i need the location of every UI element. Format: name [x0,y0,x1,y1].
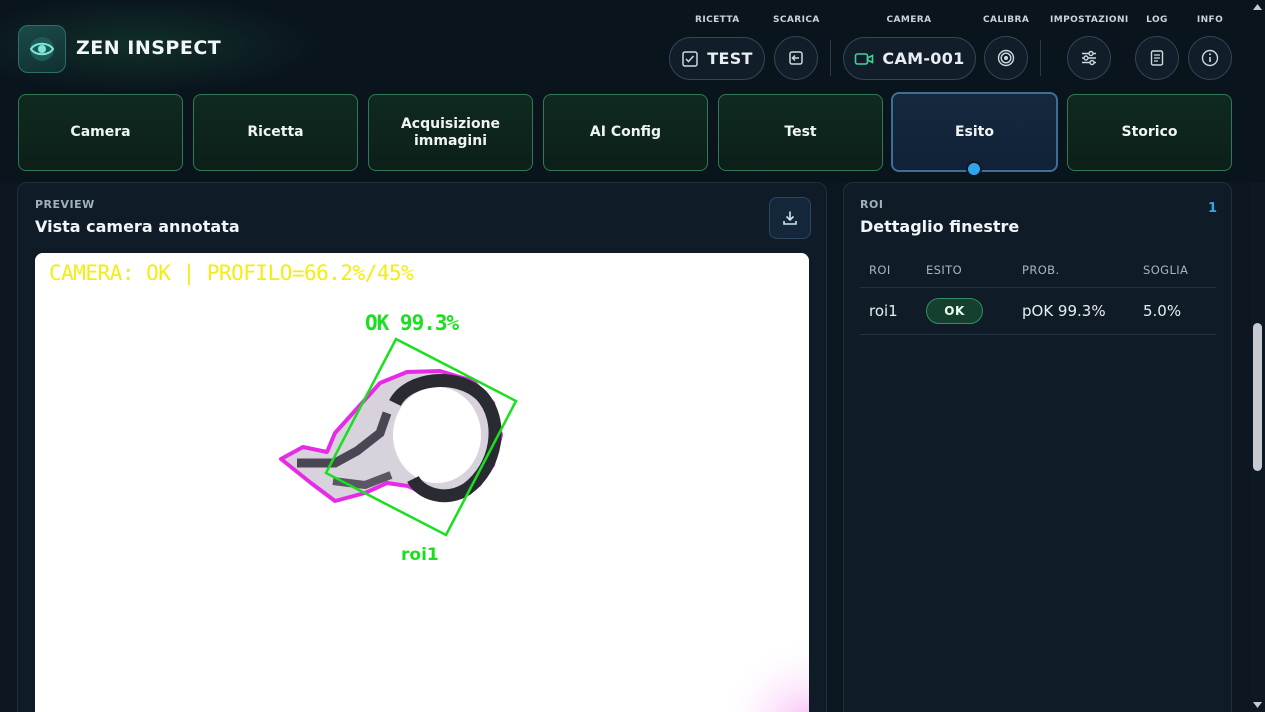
roi-count-badge: 1 [1207,201,1217,216]
preview-kicker: PREVIEW [35,198,95,211]
roi-panel-title: Dettaglio finestre [860,217,1020,236]
ricetta-label: RICETTA [695,15,740,25]
tab-esito[interactable]: Esito [891,92,1058,172]
roi-table: ROI ESITO PROB. SOGLIA roi1 OK pOK 99.3%… [860,254,1216,335]
app-logo [18,25,66,73]
tab-acquisizione-immagini[interactable]: Acquisizione immagini [368,94,533,171]
tab-storico[interactable]: Storico [1067,94,1232,171]
status-badge: OK [926,297,983,324]
roi-kicker: ROI [860,198,884,211]
preview-panel: PREVIEW Vista camera annotata CAMERA: OK… [17,182,827,712]
recipe-button[interactable]: TEST [669,37,765,80]
col-roi: ROI [860,254,917,288]
app-brand: ZEN INSPECT [76,37,222,59]
impostazioni-label: IMPOSTAZIONI [1050,15,1129,25]
app-header: ZEN INSPECT RICETTA SCARICA CAMERA CALIB… [0,0,1265,90]
col-esito: ESITO [917,254,1013,288]
recipe-value: TEST [707,49,753,68]
scarica-button[interactable] [774,36,818,80]
caret-up-icon [1253,4,1262,10]
video-camera-icon [855,52,874,65]
col-prob: PROB. [1013,254,1134,288]
tab-test[interactable]: Test [718,94,883,171]
main-tabs: Camera Ricetta Acquisizione immagini AI … [0,90,1265,182]
scrollbar-thumb[interactable] [1253,323,1262,471]
impostazioni-button[interactable] [1067,36,1111,80]
download-icon [783,211,797,225]
roi-panel: ROI Dettaglio finestre 1 ROI ESITO PROB.… [843,182,1232,712]
log-button[interactable] [1135,36,1179,80]
tab-acquisizione-label: Acquisizione immagini [400,115,501,149]
document-icon [1150,50,1164,66]
table-header-row: ROI ESITO PROB. SOGLIA [860,254,1216,288]
log-label: LOG [1146,15,1168,25]
toolbar-divider [1040,40,1041,76]
info-icon [1201,49,1219,67]
checklist-icon [682,50,698,67]
table-row: roi1 OK pOK 99.3% 5.0% [860,287,1216,335]
camera-value: CAM-001 [882,49,965,68]
annotated-camera-view: CAMERA: OK | PROFILO=66.2%/45% OK 99.3% … [35,253,809,712]
target-icon [997,49,1015,67]
tab-camera[interactable]: Camera [18,94,183,171]
export-icon [789,51,803,65]
scroll-up-arrow[interactable] [1251,1,1264,13]
info-label: INFO [1196,15,1224,25]
cell-soglia: 5.0% [1134,287,1216,335]
scarica-label: SCARICA [773,15,820,25]
calibra-label: CALIBRA [983,15,1030,25]
toolbar-divider [830,40,831,76]
cell-prob: pOK 99.3% [1013,287,1134,335]
camera-label: CAMERA [886,15,932,25]
tab-ai-config[interactable]: AI Config [543,94,708,171]
tab-ricetta[interactable]: Ricetta [193,94,358,171]
cell-roi: roi1 [860,287,917,335]
detection-label: OK 99.3% [365,311,459,335]
preview-title: Vista camera annotata [35,217,240,236]
sliders-icon [1082,50,1096,66]
col-soglia: SOGLIA [1134,254,1216,288]
camera-select[interactable]: CAM-001 [843,37,976,80]
active-tab-indicator [966,161,982,177]
scroll-down-arrow[interactable] [1251,699,1264,711]
roi-label: roi1 [401,545,439,565]
calibra-button[interactable] [984,36,1028,80]
info-button[interactable] [1188,36,1232,80]
cell-esito: OK [917,287,1013,335]
overlay-status-text: CAMERA: OK | PROFILO=66.2%/45% [49,261,414,285]
caret-down-icon [1253,702,1262,708]
download-button[interactable] [769,197,811,239]
main-content: PREVIEW Vista camera annotata CAMERA: OK… [0,182,1250,712]
eye-icon [29,37,55,61]
